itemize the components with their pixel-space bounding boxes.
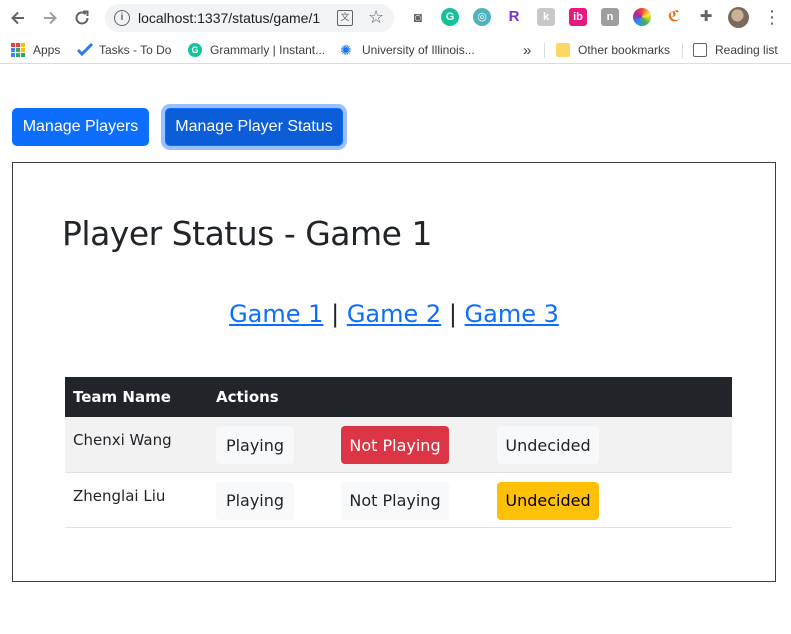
table-row: Zhenglai Liu Playing Not Playing Undecid…: [65, 472, 732, 527]
manage-players-button[interactable]: Manage Players: [12, 108, 149, 146]
undecided-button[interactable]: Undecided: [497, 481, 599, 520]
reading-list-icon: [693, 43, 707, 57]
game-1-link[interactable]: Game 1: [229, 300, 323, 328]
bookmark-other[interactable]: Other bookmarks: [556, 41, 670, 59]
forward-arrow-icon[interactable]: [38, 6, 62, 30]
column-header-actions: Actions: [216, 388, 279, 406]
link-separator: |: [331, 300, 340, 328]
bookmark-grammarly[interactable]: G Grammarly | Instant...: [188, 41, 325, 59]
table-header-row: Team Name Actions: [65, 377, 732, 417]
undecided-button[interactable]: Undecided: [497, 426, 599, 464]
team-name-cell: Zhenglai Liu: [65, 472, 208, 527]
extension-gray-icon[interactable]: k: [537, 8, 555, 26]
game-3-link[interactable]: Game 3: [465, 300, 559, 328]
gear-icon: ✺: [340, 42, 352, 58]
table-row: Chenxi Wang Playing Not Playing Undecide…: [65, 417, 732, 472]
translate-icon[interactable]: 文: [337, 10, 353, 26]
extension-ib-icon[interactable]: ib: [569, 8, 587, 26]
bookmark-reading-list[interactable]: Reading list: [693, 41, 778, 59]
playing-button[interactable]: Playing: [216, 481, 294, 520]
bookmark-university[interactable]: ✺ University of Illinois...: [340, 41, 475, 59]
extensions-puzzle-icon[interactable]: ✚: [697, 8, 715, 26]
grammarly-icon[interactable]: G: [441, 8, 459, 26]
color-wheel-icon[interactable]: [633, 8, 651, 26]
not-playing-button[interactable]: Not Playing: [341, 481, 449, 520]
bookmark-label: Other bookmarks: [578, 43, 671, 57]
reload-icon[interactable]: [70, 6, 94, 30]
game-links: Game 1 | Game 2 | Game 3: [13, 300, 775, 328]
bookmarks-divider: [682, 43, 683, 58]
bookmark-label: University of Illinois...: [362, 43, 475, 57]
team-name-cell: Chenxi Wang: [65, 417, 208, 472]
bookmark-label: Reading list: [715, 43, 778, 57]
profile-avatar[interactable]: [728, 7, 749, 28]
folder-icon: [556, 43, 570, 57]
actions-cell: Playing Not Playing Undecided: [208, 472, 732, 527]
status-panel: Player Status - Game 1 Game 1 | Game 2 |…: [12, 162, 776, 582]
bookmarks-overflow-icon[interactable]: »: [523, 41, 531, 59]
extension-r-icon[interactable]: R: [505, 8, 523, 26]
address-bar[interactable]: i localhost:1337/status/game/1 文 ☆: [105, 4, 394, 32]
extension-n-icon[interactable]: n: [601, 8, 619, 26]
bookmark-star-icon[interactable]: ☆: [368, 7, 384, 28]
bookmark-label: Apps: [33, 43, 61, 57]
grammarly-icon: G: [188, 43, 202, 57]
game-2-link[interactable]: Game 2: [347, 300, 441, 328]
actions-cell: Playing Not Playing Undecided: [208, 417, 732, 472]
checkmark-icon: [76, 42, 94, 57]
bookmark-label: Grammarly | Instant...: [210, 43, 326, 57]
bookmark-label: Tasks - To Do: [99, 43, 172, 57]
url-text[interactable]: localhost:1337/status/game/1: [138, 10, 320, 26]
not-playing-button[interactable]: Not Playing: [341, 426, 449, 464]
bookmarks-divider: [544, 43, 545, 58]
column-header-team-name: Team Name: [73, 388, 171, 406]
bookmarks-bar: Apps Tasks - To Do G Grammarly | Instant…: [0, 36, 791, 64]
manage-player-status-button[interactable]: Manage Player Status: [165, 108, 343, 146]
bookmark-tasks[interactable]: Tasks - To Do: [76, 41, 172, 59]
extension-swirl-icon[interactable]: ◎: [473, 8, 491, 26]
apps-grid-icon: [11, 43, 25, 57]
browser-toolbar: i localhost:1337/status/game/1 文 ☆ ◙ G ◎…: [0, 0, 791, 36]
player-status-table: Team Name Actions Chenxi Wang Playing No…: [65, 377, 732, 528]
bookmark-apps[interactable]: Apps: [11, 41, 60, 59]
extension-c-icon[interactable]: ℭ: [665, 8, 683, 26]
menu-kebab-icon[interactable]: ⋮: [763, 6, 781, 30]
page-title: Player Status - Game 1: [62, 214, 432, 253]
back-arrow-icon[interactable]: [6, 6, 30, 30]
site-info-icon[interactable]: i: [114, 10, 130, 26]
link-separator: |: [448, 300, 457, 328]
camera-icon[interactable]: ◙: [409, 8, 427, 26]
playing-button[interactable]: Playing: [216, 426, 294, 464]
